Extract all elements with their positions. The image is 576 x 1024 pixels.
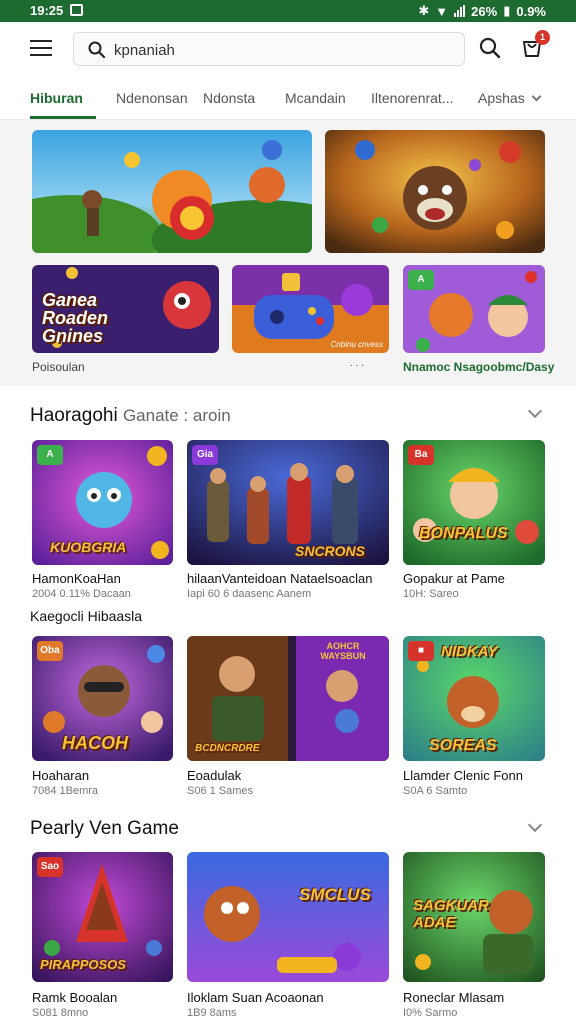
tab-ndenonsan[interactable]: Ndenonsan <box>116 90 188 106</box>
game-card-8-art <box>187 852 389 982</box>
tab-hiburan[interactable]: Hiburan <box>30 90 83 106</box>
game-card-5-meta: S06 1 Sames <box>187 785 254 797</box>
game-card-3-name[interactable]: Gopakur at Pame <box>403 571 505 586</box>
game-card-1-name[interactable]: HamonKoaHan <box>32 571 121 586</box>
chevron-down-icon[interactable] <box>527 817 543 833</box>
game-card-5-art-title: BCDNCRDRE <box>195 743 260 754</box>
game-card-1-corner: A <box>37 445 63 465</box>
game-card-7-name[interactable]: Ramk Booalan <box>32 990 117 1005</box>
category-tabs: Hiburan Ndenonsan Ndonsta Mcandain Ilten… <box>0 76 576 120</box>
tab-iltenorenrat[interactable]: Iltenorenrat... <box>371 90 454 106</box>
game-card-7-art-title: PIRAPPOSOS <box>40 957 126 972</box>
game-card-3-corner: Ba <box>408 445 434 465</box>
featured-banners: Ganea Roaden Gnines Cnbinu cnvess A Pois… <box>0 120 576 386</box>
game-card-4-art-title: HACOH <box>62 733 128 753</box>
banner-caption-right[interactable]: Nnamoc Nsagoobmc/Dasy <box>403 360 554 374</box>
cart-button[interactable]: 1 <box>520 30 550 65</box>
adventure-banner-art <box>32 130 312 253</box>
status-time: 19:25 <box>30 3 64 18</box>
chevron-down-icon <box>531 91 542 102</box>
active-tab-indicator <box>30 116 96 119</box>
section-title-2: Pearly Ven Game <box>30 818 179 839</box>
game-card-3-meta: 10H: Sareo <box>403 588 459 600</box>
controller-banner[interactable]: Cnbinu cnvess <box>232 265 389 353</box>
search-input[interactable] <box>114 39 444 61</box>
game-card-6[interactable]: ■ NIDKAY SOREAS <box>403 636 545 761</box>
game-card-2[interactable]: Gia SNCRONS <box>187 440 389 565</box>
game-card-1-art-title: KUOBGRIA <box>50 539 127 555</box>
section-title-1: Haoragohi Ganate : aroin <box>30 405 231 427</box>
tab-apshas[interactable]: Apshas <box>478 90 542 106</box>
menu-icon[interactable] <box>30 40 52 58</box>
app-header: 1 <box>0 22 576 76</box>
game-card-6-name[interactable]: Llamder Clenic Fonn <box>403 768 523 783</box>
game-card-4[interactable]: Oba HACOH <box>32 636 173 761</box>
hero-banner[interactable] <box>325 130 545 253</box>
game-card-8-meta: 1B9 8ams <box>187 1007 237 1019</box>
characters-banner[interactable]: A <box>403 265 545 353</box>
wifi-icon: ▼ <box>435 3 449 19</box>
game-card-5-art-top: AOHCR WAYSBUN <box>320 641 366 661</box>
tab-apshas-label: Apshas <box>478 90 525 106</box>
characters-banner-corner: A <box>408 270 434 290</box>
status-bar: 19:25 ✱ ▼ 26% ▮ 0.9% <box>0 0 576 22</box>
game-card-8-art-title: SMCLUS <box>299 885 371 904</box>
game-card-2-art-title: SNCRONS <box>295 543 366 559</box>
game-title-banner[interactable]: Ganea Roaden Gnines <box>32 265 219 353</box>
banner-caption-left: Poisoulan <box>32 360 85 374</box>
status-icons: ✱ ▼ 26% ▮ 0.9% <box>418 3 546 19</box>
game-card-9-art-title: SAGKUAR ADAE <box>413 897 489 931</box>
game-card-3[interactable]: Ba BONPALUS <box>403 440 545 565</box>
game-card-3-art-title: BONPALUS <box>419 525 508 542</box>
game-card-8-name[interactable]: Iloklam Suan Acoaonan <box>187 990 324 1005</box>
game-card-7-meta: S081 8mno <box>32 1007 89 1019</box>
bluetooth-icon: ✱ <box>418 3 430 18</box>
game-card-1[interactable]: A KUOBGRIA <box>32 440 173 565</box>
game-card-9[interactable]: SAGKUAR ADAE <box>403 852 545 982</box>
game-card-7[interactable]: Sao PIRAPPOSOS <box>32 852 173 982</box>
signal-text: 0.9% <box>516 3 546 19</box>
game-title-banner-text: Ganea Roaden Gnines <box>42 290 109 346</box>
adventure-banner[interactable] <box>32 130 312 253</box>
game-card-7-corner: Sao <box>37 857 63 877</box>
search-bar[interactable] <box>73 32 465 66</box>
game-card-1-meta: 2004 0.11% Dacaan <box>32 588 131 600</box>
game-card-2-name[interactable]: hilaanVanteidoan Nataelsoaclan <box>187 571 373 586</box>
section-title-1-subtitle: Ganate : aroin <box>122 406 231 425</box>
game-card-2-corner: Gia <box>192 445 218 465</box>
banner-caption-mid: · · · <box>350 360 364 370</box>
hero-banner-art <box>325 130 545 253</box>
cart-badge: 1 <box>535 30 550 45</box>
game-card-6-art-top: NIDKAY <box>441 643 498 660</box>
game-card-5[interactable]: AOHCR WAYSBUN BCDNCRDRE <box>187 636 389 761</box>
notification-icon <box>70 4 83 16</box>
game-card-9-meta: I0% Sarmo <box>403 1007 458 1019</box>
chevron-down-icon[interactable] <box>527 403 543 419</box>
game-card-2-meta: Iapi 60 6 daasenc Aanem <box>187 588 312 600</box>
game-card-5-name[interactable]: Eoadulak <box>187 768 241 783</box>
battery-text: 26% <box>471 3 498 19</box>
game-card-9-name[interactable]: Roneclar Mlasam <box>403 990 504 1005</box>
game-card-6-meta: S0A 6 Samto <box>403 785 468 797</box>
tab-mcandain[interactable]: Mcandain <box>285 90 346 106</box>
game-card-6-art-title: SOREAS <box>429 737 497 754</box>
game-card-4-corner: Oba <box>37 641 63 661</box>
subsection-title: Kaegocli Hibaasla <box>30 608 143 624</box>
game-card-4-name[interactable]: Hoaharan <box>32 768 89 783</box>
game-card-6-corner: ■ <box>408 641 434 661</box>
search-icon[interactable] <box>478 36 502 60</box>
controller-banner-caption: Cnbinu cnvess <box>330 340 383 349</box>
battery-icon: ▮ <box>503 3 511 18</box>
game-card-4-meta: 7084 1Bemra <box>32 785 99 797</box>
signal-icon <box>454 5 466 17</box>
game-card-8[interactable]: SMCLUS <box>187 852 389 982</box>
section-title-1-main: Haoragohi <box>30 405 118 426</box>
tab-ndonsta[interactable]: Ndonsta <box>203 90 255 106</box>
search-icon <box>88 41 106 59</box>
